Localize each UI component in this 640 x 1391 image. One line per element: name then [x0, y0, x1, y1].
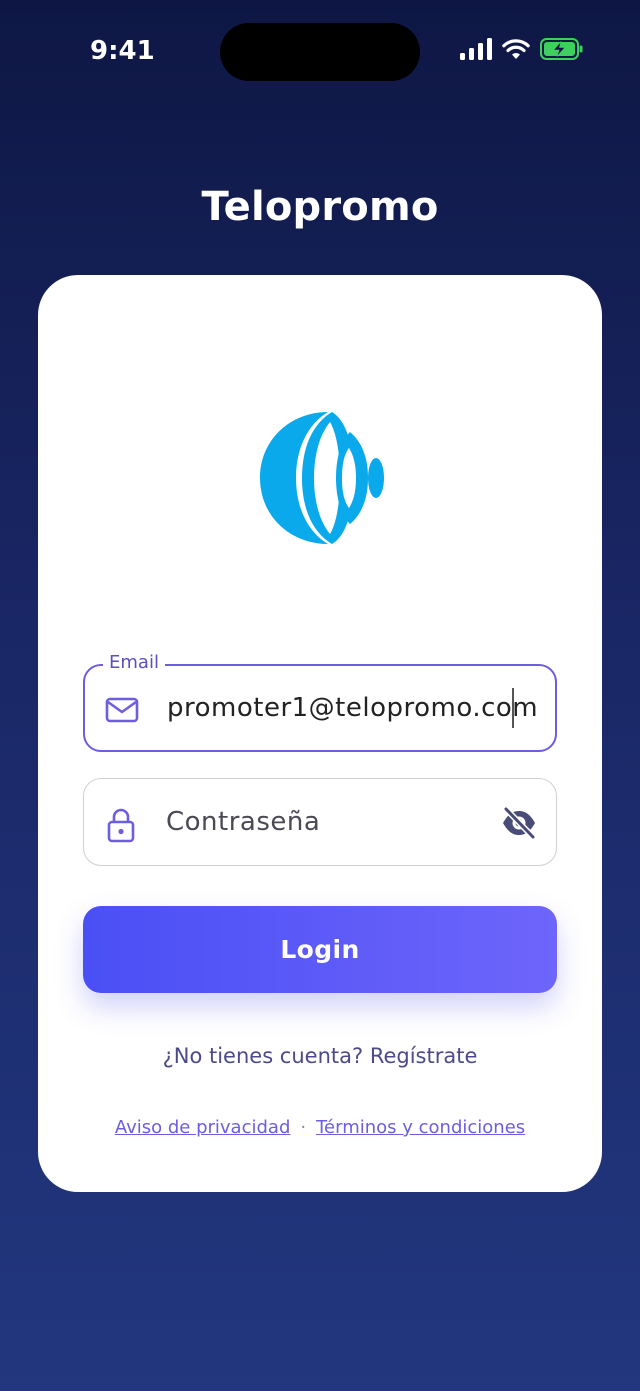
terms-link[interactable]: Términos y condiciones	[316, 1117, 525, 1138]
privacy-link[interactable]: Aviso de privacidad	[115, 1117, 291, 1138]
login-card: Email promoter1@telopromo.com Login ¿No …	[38, 275, 602, 1192]
mail-icon	[105, 694, 139, 726]
legal-separator: ·	[300, 1117, 307, 1138]
status-icons	[460, 38, 584, 65]
battery-charging-icon	[540, 38, 584, 65]
eye-off-icon[interactable]	[500, 805, 538, 841]
status-bar: 9:41	[0, 0, 640, 104]
app-title: Telopromo	[201, 184, 439, 230]
login-button[interactable]: Login	[83, 906, 557, 993]
lock-icon	[104, 807, 138, 843]
register-link[interactable]: ¿No tienes cuenta? Regístrate	[38, 1044, 602, 1068]
email-input[interactable]: promoter1@telopromo.com	[167, 693, 538, 723]
email-field[interactable]: Email promoter1@telopromo.com	[83, 652, 557, 752]
dynamic-island	[220, 23, 420, 81]
password-field[interactable]	[83, 778, 557, 866]
telopromo-logo	[256, 410, 391, 545]
email-label: Email	[103, 652, 165, 673]
legal-links: Aviso de privacidad · Términos y condicion…	[38, 1117, 602, 1138]
wifi-icon	[502, 38, 530, 65]
signal-icon	[460, 38, 492, 65]
password-input[interactable]	[166, 799, 486, 845]
status-time: 9:41	[90, 36, 155, 66]
text-cursor	[512, 688, 514, 728]
